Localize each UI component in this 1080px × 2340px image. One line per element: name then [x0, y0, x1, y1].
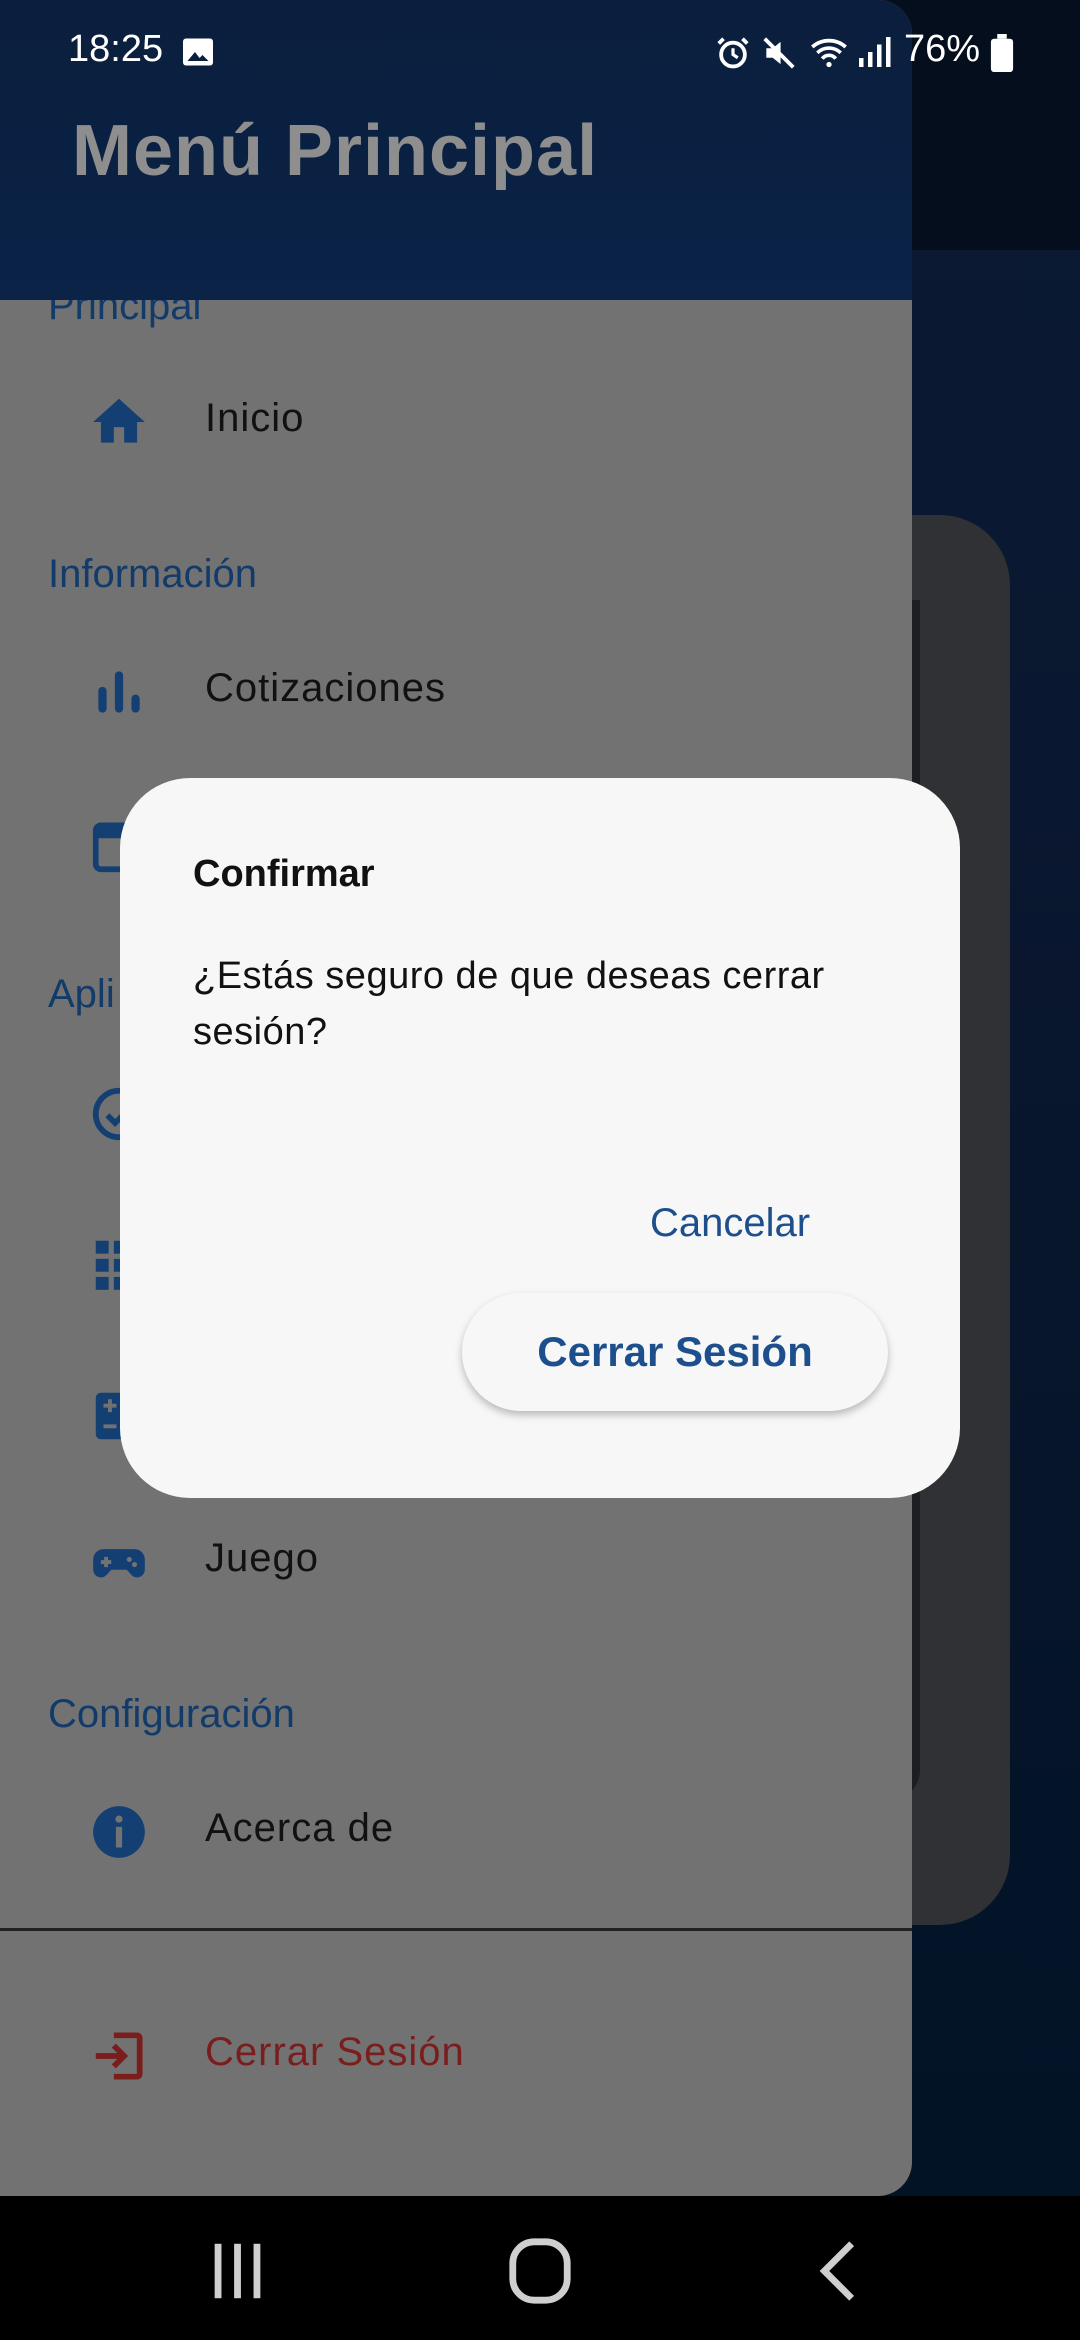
menu-item-inicio[interactable]: Inicio [0, 366, 912, 476]
menu-item-juego[interactable]: Juego [0, 1506, 912, 1616]
bar-chart-icon [98, 671, 140, 713]
mute-icon [763, 37, 795, 69]
wifi-icon [811, 38, 847, 68]
info-icon [93, 1806, 145, 1858]
battery-percent: 76% [904, 28, 981, 70]
drawer-title: Menú Principal [72, 111, 599, 191]
image-icon [183, 38, 213, 66]
menu-item-label: Juego [205, 1536, 319, 1580]
status-time: 18:25 [68, 28, 164, 70]
drawer-divider [0, 1928, 912, 1931]
signal-icon [859, 37, 891, 67]
battery-icon [990, 34, 1014, 72]
back-icon[interactable] [800, 2236, 880, 2306]
confirm-dialog: Confirmar ¿Estás seguro de que deseas ce… [120, 778, 960, 1498]
alarm-icon [717, 37, 749, 69]
menu-item-label: Cotizaciones [205, 666, 447, 710]
section-title-configuracion: Configuración [48, 1692, 295, 1736]
dialog-message: ¿Estás seguro de que deseas cerrar sesió… [193, 955, 825, 1053]
home-icon [93, 398, 145, 443]
home-button-icon[interactable] [500, 2236, 580, 2306]
recents-icon[interactable] [198, 2236, 278, 2306]
logout-icon [95, 2032, 143, 2080]
menu-item-label: Acerca de [205, 1806, 395, 1850]
section-title-informacion: Información [48, 552, 257, 596]
menu-item-label: Inicio [205, 396, 305, 440]
cancel-button[interactable]: Cancelar [600, 1178, 860, 1268]
logout-item[interactable]: Cerrar Sesión [0, 2000, 912, 2110]
logout-label: Cerrar Sesión [205, 2030, 465, 2074]
confirm-logout-button[interactable]: Cerrar Sesión [462, 1293, 888, 1411]
screen: Menú Principal Principal Inicio Informac… [0, 0, 1080, 2340]
menu-item-cotizaciones[interactable]: Cotizaciones [0, 636, 912, 746]
menu-item-acerca-de[interactable]: Acerca de [0, 1776, 912, 1886]
gamepad-icon [93, 1549, 145, 1578]
dialog-title: Confirmar [193, 853, 375, 895]
system-nav-bar [0, 2196, 1080, 2340]
status-bar: 18:25 76% [0, 0, 1080, 100]
section-title-aplicaciones: Apli [48, 972, 115, 1016]
